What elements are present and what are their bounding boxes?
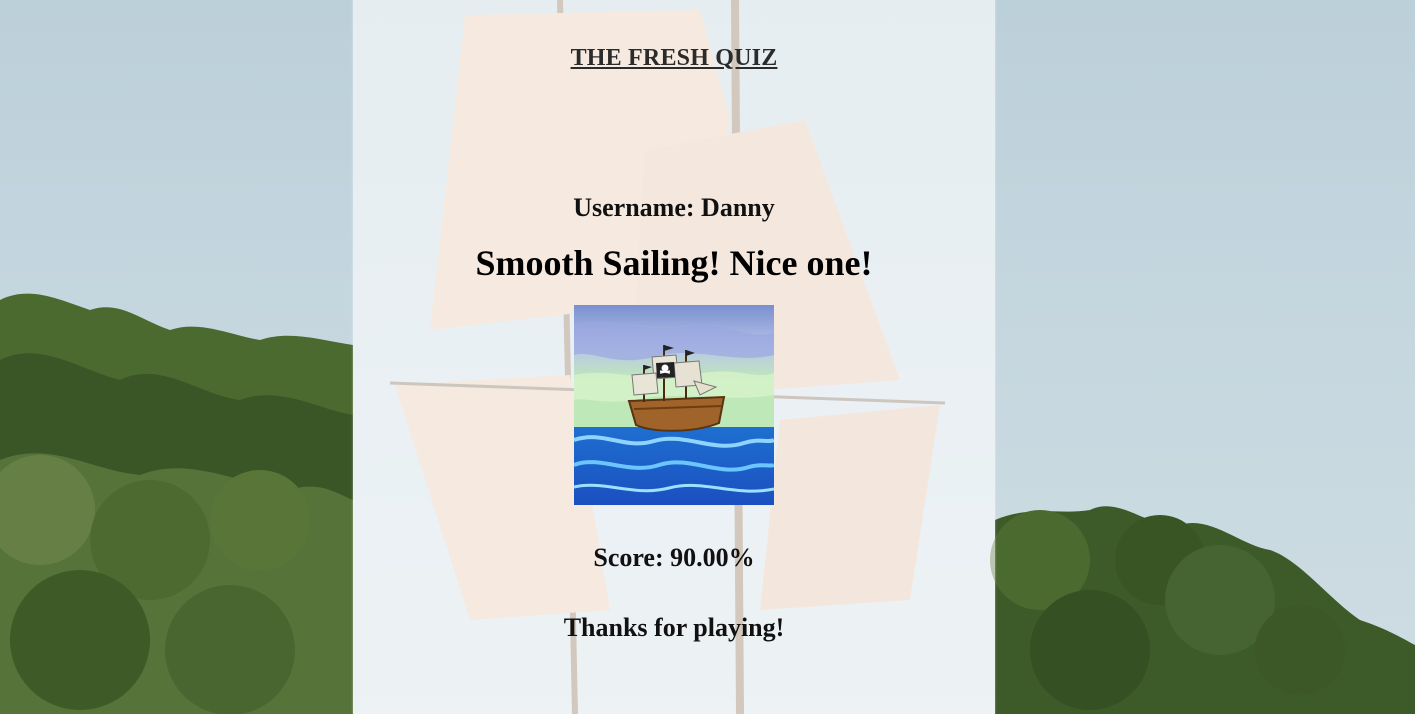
thanks-message: Thanks for playing! [563, 613, 785, 642]
result-message: Smooth Sailing! Nice one! [475, 243, 873, 283]
quiz-results-panel: THE FRESH QUIZ Username: Danny Smooth Sa… [353, 0, 995, 714]
quiz-title: THE FRESH QUIZ [570, 45, 778, 71]
pirate-ship-icon [574, 305, 774, 505]
pirate-ship-image [574, 305, 774, 505]
score-label: Score: 90.00% [593, 543, 755, 572]
username-label: Username: Danny [573, 193, 775, 222]
